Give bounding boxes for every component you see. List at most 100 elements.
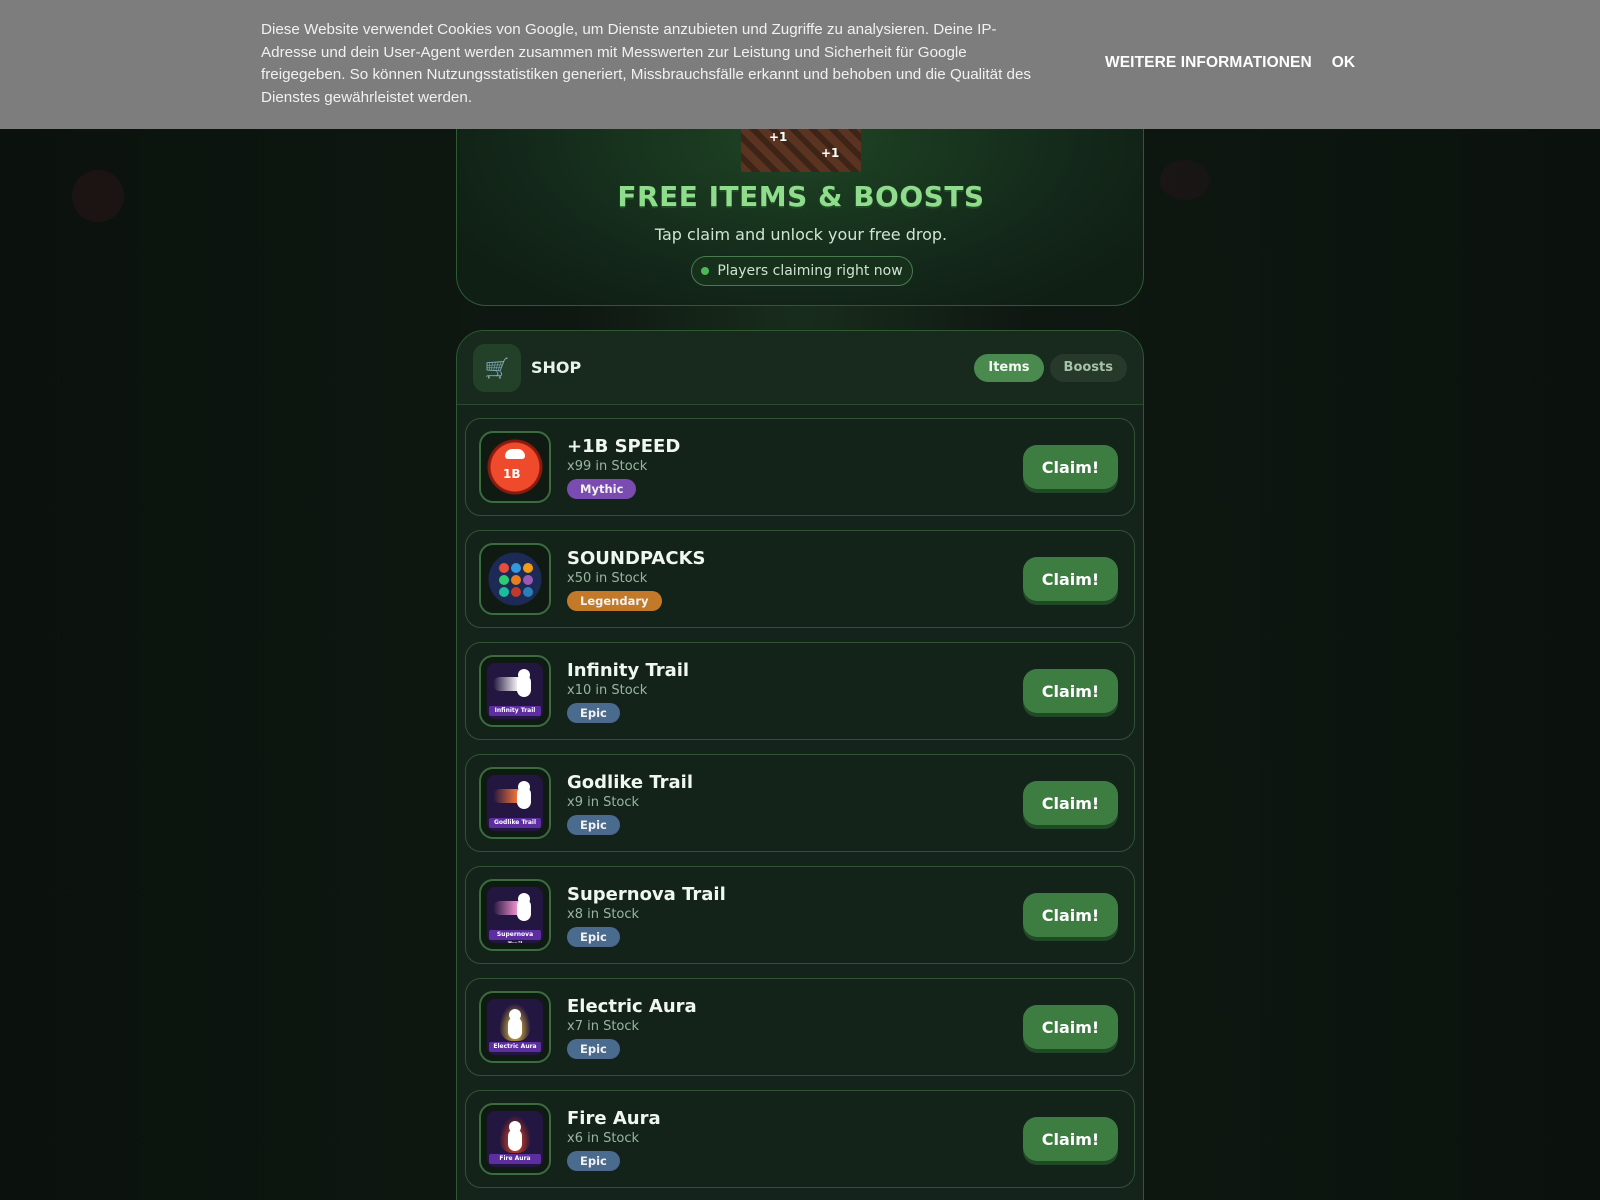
item-stock: x6 in Stock [567, 1130, 640, 1146]
item-info: Electric Aura x7 in Stock Epic [567, 996, 697, 1059]
tab-items[interactable]: Items [974, 353, 1044, 382]
shop-tabs: Items Boosts [974, 353, 1127, 382]
item-thumbnail: Godlike Trail [487, 775, 543, 831]
supernova-trail-icon: Supernova Trail [479, 879, 551, 951]
item-info: Fire Aura x6 in Stock Epic [567, 1108, 661, 1171]
live-status-pill: Players claiming right now [691, 256, 913, 286]
rarity-badge: Legendary [567, 590, 662, 611]
rarity-badge: Epic [567, 1038, 620, 1059]
gem-shape [511, 575, 521, 585]
thumbnail-label: Fire Aura [489, 1154, 541, 1164]
claim-button[interactable]: Claim! [1023, 445, 1118, 489]
shoe-shape [505, 449, 525, 459]
item-stock: x9 in Stock [567, 794, 640, 810]
item-thumbnail [487, 551, 543, 607]
item-info: Supernova Trail x8 in Stock Epic [567, 884, 726, 947]
shop-item-card: 1B +1B SPEED x99 in Stock Mythic Claim! [465, 418, 1135, 516]
cookie-actions: WEITERE INFORMATIONEN OK [1105, 54, 1355, 72]
item-info: Infinity Trail x10 in Stock Epic [567, 660, 689, 723]
decorative-blob-left [72, 170, 124, 222]
gem-shape [499, 563, 509, 573]
claim-button[interactable]: Claim! [1023, 669, 1118, 713]
infinity-trail-icon: Infinity Trail [479, 655, 551, 727]
item-name: +1B SPEED [567, 435, 681, 457]
item-stock: x8 in Stock [567, 906, 640, 922]
shop-item-card: Supernova TrailSupernova Trailx8 in Stoc… [465, 866, 1135, 964]
cookie-ok-button[interactable]: OK [1332, 54, 1355, 72]
trail-streak [493, 677, 519, 691]
live-dot-icon [701, 267, 710, 275]
item-stock: x10 in Stock [567, 682, 648, 698]
rarity-badge: Epic [567, 814, 620, 835]
item-stock: x50 in Stock [567, 570, 648, 586]
trail-streak [493, 789, 519, 803]
item-name: Fire Aura [567, 1107, 661, 1129]
figure-body [508, 1017, 522, 1039]
thumbnail-label: Electric Aura [489, 1042, 541, 1052]
shop-item-card: Fire Aura Fire Aura x6 in Stock Epic Claim! [465, 1090, 1135, 1188]
fire-aura-icon: Fire Aura [479, 1103, 551, 1175]
gem-shape [511, 563, 521, 573]
gem-shape [523, 587, 533, 597]
shop-title: SHOP [531, 358, 582, 377]
hero-title: FREE ITEMS & BOOSTS [617, 180, 985, 213]
thumbnail-label: Supernova Trail [489, 930, 541, 943]
item-name: SOUNDPACKS [567, 547, 706, 569]
electric-aura-icon: Electric Aura [479, 991, 551, 1063]
item-thumbnail: Electric Aura [487, 999, 543, 1055]
shop-item-card: SOUNDPACKS x50 in Stock Legendary Claim! [465, 530, 1135, 628]
cart-icon: 🛒 [473, 343, 521, 392]
thumbnail-text: 1B [503, 467, 521, 481]
item-name: Electric Aura [567, 995, 697, 1017]
item-info: Godlike Trail x9 in Stock Epic [567, 772, 693, 835]
item-thumbnail: 1B [487, 439, 543, 495]
decorative-blob-right [1160, 160, 1210, 200]
figure-body [508, 1129, 522, 1151]
item-name: Supernova Trail [567, 883, 726, 905]
live-status-text: Players claiming right now [717, 263, 903, 279]
item-name: Infinity Trail [567, 659, 690, 681]
gem-shape [499, 575, 509, 585]
hero-subtitle: Tap claim and unlock your free drop. [654, 225, 948, 244]
gem-shape [523, 563, 533, 573]
gem-shape [499, 587, 509, 597]
godlike-trail-icon: Godlike Trail [479, 767, 551, 839]
claim-button[interactable]: Claim! [1023, 557, 1118, 601]
claim-button[interactable]: Claim! [1023, 1005, 1118, 1049]
gem-shape [511, 587, 521, 597]
rarity-badge: Epic [567, 926, 620, 947]
figure-body [517, 675, 531, 697]
figure-body [517, 899, 531, 921]
rarity-badge: Epic [567, 702, 620, 723]
item-list: 1B +1B SPEED x99 in Stock Mythic Claim! SOUND… [457, 405, 1143, 1200]
rarity-badge: Epic [567, 1150, 620, 1171]
claim-button[interactable]: Claim! [1023, 1117, 1118, 1161]
figure-body [517, 787, 531, 809]
claim-button[interactable]: Claim! [1023, 781, 1118, 825]
shop-header: 🛒 SHOP Items Boosts [457, 331, 1143, 405]
hero-image: +1 +1 [741, 128, 861, 172]
soundpacks-icon [479, 543, 551, 615]
item-name: Godlike Trail [567, 771, 693, 793]
more-info-link[interactable]: WEITERE INFORMATIONEN [1105, 54, 1312, 72]
thumbnail-label: Infinity Trail [489, 706, 541, 716]
tab-boosts[interactable]: Boosts [1049, 353, 1127, 382]
rarity-badge: Mythic [567, 478, 637, 499]
item-stock: x99 in Stock [567, 458, 648, 474]
speed-icon: 1B [479, 431, 551, 503]
cookie-banner: Diese Website verwendet Cookies von Goog… [0, 0, 1600, 129]
item-thumbnail: Supernova Trail [487, 887, 543, 943]
item-info: +1B SPEED x99 in Stock Mythic [567, 436, 680, 499]
trail-streak [493, 901, 519, 915]
shop-item-card: Godlike Trail Godlike Trail x9 in Stock Epi… [465, 754, 1135, 852]
item-thumbnail: Infinity Trail [487, 663, 543, 719]
item-info: SOUNDPACKS x50 in Stock Legendary [567, 548, 705, 611]
shop-item-card: Infinity Trail Infinity Trail x10 in Stock… [465, 642, 1135, 740]
thumbnail-label: Godlike Trail [489, 818, 541, 828]
item-stock: x7 in Stock [567, 1018, 640, 1034]
item-thumbnail: Fire Aura [487, 1111, 543, 1167]
claim-button[interactable]: Claim! [1023, 893, 1118, 937]
shop-panel: 🛒 SHOP Items Boosts 1B +1B SPEED x99 in St… [456, 330, 1144, 1200]
gem-shape [523, 575, 533, 585]
cookie-banner-text: Diese Website verwendet Cookies von Goog… [261, 21, 1031, 106]
